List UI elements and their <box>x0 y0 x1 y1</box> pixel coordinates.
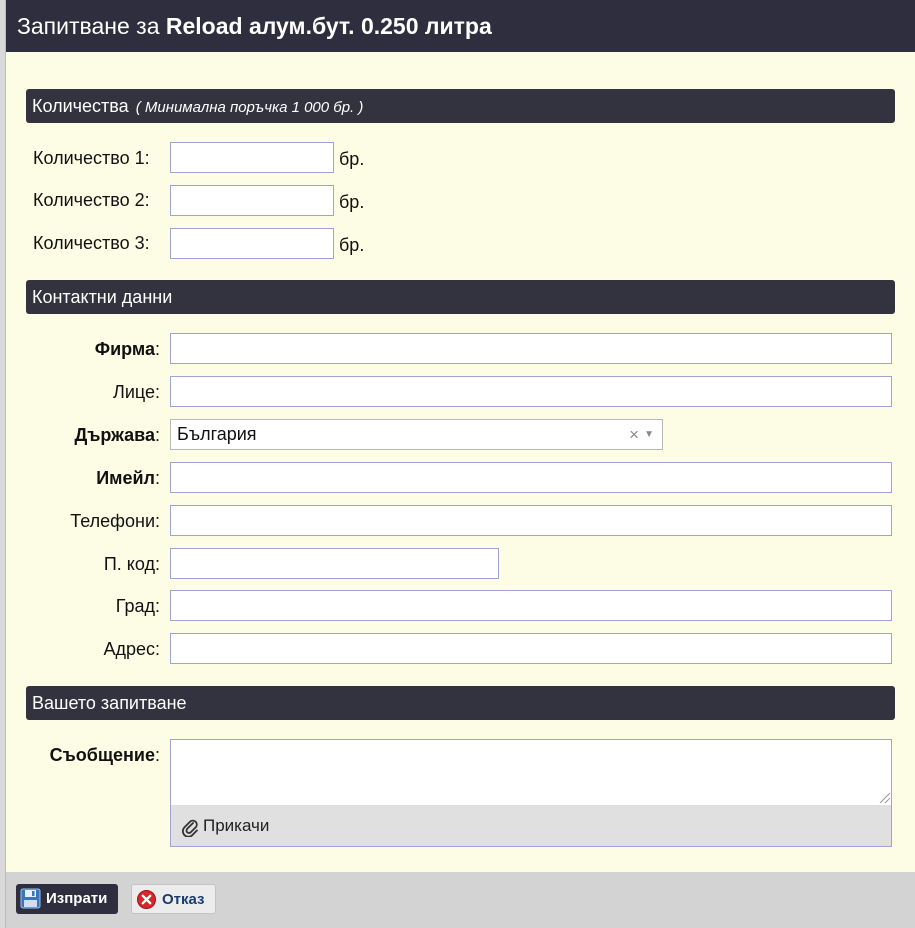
postcode-label: П. код: <box>103 554 160 574</box>
inquiry-dialog: Запитване за Reload алум.бут. 0.250 литр… <box>5 0 915 928</box>
address-input[interactable] <box>170 633 892 664</box>
phones-input[interactable] <box>170 505 892 536</box>
floppy-disk-icon <box>20 888 41 909</box>
phones-label: Телефони: <box>70 511 160 531</box>
minimum-order-note: ( Минимална поръчка 1 000 бр. ) <box>135 99 364 116</box>
firm-label: Фирма: <box>6 338 160 360</box>
attach-label: Прикачи <box>203 816 270 835</box>
send-button-label: Изпрати <box>46 890 108 907</box>
send-button[interactable]: Изпрати <box>16 884 118 914</box>
quantity-1-label: Количество 1: <box>33 148 150 168</box>
city-label: Град: <box>115 596 160 616</box>
quantity-3-label: Количество 3: <box>33 233 150 253</box>
city-input[interactable] <box>170 590 892 621</box>
cancel-button-label: Отказ <box>162 891 205 908</box>
country-selected-value: България <box>177 424 257 444</box>
chevron-down-icon[interactable]: ▼ <box>644 420 654 450</box>
person-label: Лице: <box>113 382 160 402</box>
quantity-3-input[interactable] <box>170 228 334 259</box>
contacts-section-header: Контактни данни <box>26 280 895 314</box>
email-label: Имейл: <box>6 467 160 489</box>
clear-icon[interactable]: × <box>629 420 639 450</box>
quantity-1-unit: бр. <box>339 149 365 169</box>
country-label-colon: : <box>154 425 160 445</box>
dialog-title: Запитване за Reload алум.бут. 0.250 литр… <box>6 0 915 52</box>
resize-handle-icon[interactable] <box>877 790 891 804</box>
postcode-input[interactable] <box>170 548 499 579</box>
country-label: Държава: <box>6 424 160 446</box>
firm-label-text: Фирма <box>94 339 155 359</box>
quantity-2-unit: бр. <box>339 192 365 212</box>
address-label: Адрес: <box>103 639 160 659</box>
country-label-text: Държава <box>74 425 155 445</box>
attach-button[interactable]: Прикачи <box>171 805 891 846</box>
message-label-text: Съобщение <box>49 745 155 765</box>
paperclip-icon <box>182 819 198 837</box>
quantity-2-input[interactable] <box>170 185 334 216</box>
message-label-colon: : <box>154 745 160 765</box>
email-label-colon: : <box>154 468 160 488</box>
email-label-text: Имейл <box>96 468 155 488</box>
message-label: Съобщение: <box>6 744 160 766</box>
country-select[interactable]: България × ▼ <box>170 419 663 450</box>
quantity-1-input[interactable] <box>170 142 334 173</box>
quantities-header-text: Количества <box>32 96 129 116</box>
quantity-2-label: Количество 2: <box>33 190 150 210</box>
dialog-title-product: Reload алум.бут. 0.250 литра <box>165 13 492 39</box>
quantity-3-unit: бр. <box>339 235 365 255</box>
inquiry-section-header: Вашето запитване <box>26 686 895 720</box>
cancel-circle-icon <box>137 890 156 909</box>
dialog-footer: Изпрати Отказ <box>6 872 915 928</box>
quantities-section-header: Количества ( Минимална поръчка 1 000 бр.… <box>26 89 895 123</box>
message-textarea[interactable]: Прикачи <box>170 739 892 847</box>
dialog-title-prefix: Запитване за <box>17 13 160 39</box>
contacts-header-text: Контактни данни <box>32 287 173 307</box>
cancel-button[interactable]: Отказ <box>131 884 216 914</box>
person-input[interactable] <box>170 376 892 407</box>
inquiry-header-text: Вашето запитване <box>32 693 187 713</box>
firm-input[interactable] <box>170 333 892 364</box>
firm-label-colon: : <box>154 339 160 359</box>
email-input[interactable] <box>170 462 892 493</box>
